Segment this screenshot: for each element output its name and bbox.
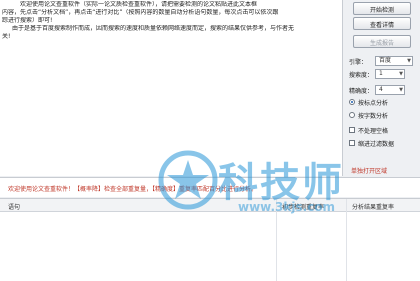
engine-label: 引擎： [349, 58, 368, 66]
precision-select[interactable]: 4 ▼ [375, 85, 405, 95]
checkbox-icon [349, 140, 355, 146]
radio-wordcount[interactable]: 按字数分析 [349, 110, 388, 120]
status-bar: 欢迎使用论文查重软件！【概率降】检查全部重复量，【精确度】重复率匹配百分比进行分… [0, 177, 420, 197]
settings-panel: 开始检测 查看详情 生成报告 引擎： 百度 ▼ 搜索度： 1 ▼ 精确度： 4 … [342, 0, 420, 176]
depth-row: 搜索度： 1 ▼ [349, 68, 416, 80]
document-textarea[interactable]: 欢迎使用论文查重软件（实际一论文质检查重软件），请把需要检测的论文粘贴进此文本框… [0, 0, 342, 176]
radio-label: 按标点分析 [358, 99, 389, 107]
radio-icon [349, 99, 355, 105]
column-header-result-rate[interactable]: 分析结果重复率 [352, 202, 394, 211]
engine-value: 百度 [379, 57, 392, 64]
table-header: 语句 初步检测重复率 分析结果重复率 [0, 199, 420, 212]
precision-value: 4 [379, 86, 383, 93]
open-region-link[interactable]: 单独打开区域 [351, 166, 387, 175]
column-header-sentence[interactable]: 语句 [8, 202, 20, 211]
radio-label: 按字数分析 [358, 112, 389, 120]
depth-value: 1 [379, 70, 383, 77]
radio-icon [349, 112, 355, 118]
depth-select[interactable]: 1 ▼ [375, 69, 405, 79]
radio-punctuation[interactable]: 按标点分析 [349, 97, 388, 107]
document-line: 踪进行搜索）即可! [2, 17, 53, 24]
chevron-down-icon: ▼ [399, 87, 403, 93]
generate-report-button[interactable]: 生成报告 [353, 35, 411, 48]
status-message: 欢迎使用论文查重软件！【概率降】检查全部重复量，【精确度】重复率匹配百分比进行分… [8, 186, 258, 193]
precision-label: 精确度： [349, 87, 374, 95]
chevron-down-icon: ▼ [407, 58, 411, 64]
checkbox-ignore-spaces[interactable]: 不处理空格 [349, 125, 388, 135]
engine-row: 引擎： 百度 ▼ [349, 55, 416, 67]
chevron-down-icon: ▼ [399, 71, 403, 77]
view-details-button[interactable]: 查看详情 [353, 17, 411, 30]
precision-row: 精确度： 4 ▼ [349, 84, 416, 96]
column-divider [346, 199, 347, 281]
checkbox-icon [349, 127, 355, 133]
document-line: 关! [2, 33, 11, 40]
depth-label: 搜索度： [349, 71, 374, 79]
checkbox-label: 不处理空格 [358, 127, 389, 135]
checkbox-filter-data[interactable]: 缩进过滤数据 [349, 138, 394, 148]
engine-select[interactable]: 百度 ▼ [375, 56, 413, 66]
results-table: 语句 初步检测重复率 分析结果重复率 [0, 198, 420, 281]
column-divider [276, 199, 277, 281]
start-check-button[interactable]: 开始检测 [353, 2, 411, 15]
checkbox-label: 缩进过滤数据 [358, 140, 395, 148]
document-line: 欢迎使用论文查重软件（实际一论文质检查重软件），请把需要检测的论文粘贴进此文本框 [20, 1, 258, 8]
document-line: 由于是基于百度搜索制作而成，因而搜索的速度和质量依赖网络速度而定，搜索的结果仅供… [12, 25, 295, 32]
document-line: 内容，先点击“分析文档”，再点击“进行对比”（按照内容的数量自动分析语句数量，每… [2, 9, 279, 16]
column-header-initial-rate[interactable]: 初步检测重复率 [282, 202, 324, 211]
